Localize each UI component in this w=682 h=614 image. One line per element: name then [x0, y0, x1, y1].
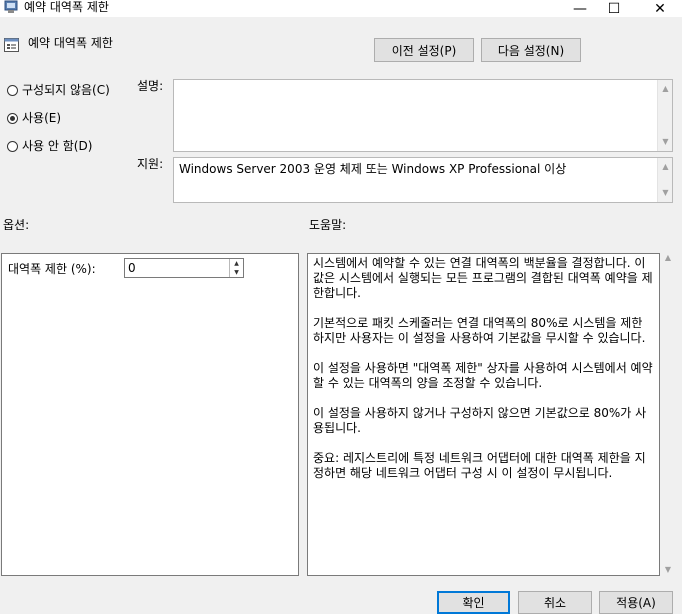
radio-circle[interactable] — [7, 84, 18, 96]
policy-setting-icon — [4, 38, 19, 52]
radio-disabled-label: 사용 안 함(D) — [22, 139, 93, 153]
help-text: 시스템에서 예약할 수 있는 연결 대역폭의 백분율을 결정합니다. 이 값은 … — [313, 256, 653, 480]
cancel-button[interactable]: 취소 — [518, 591, 592, 614]
title-bar: 예약 대역폭 제한 — ☐ ✕ — [0, 0, 682, 17]
radio-circle[interactable] — [7, 140, 18, 152]
comment-scrollbar[interactable]: ▲ ▼ — [657, 80, 672, 151]
help-scrollbar[interactable]: ▲ ▼ — [660, 253, 676, 576]
scroll-down-icon[interactable]: ▼ — [658, 186, 672, 200]
supported-field: Windows Server 2003 운영 체제 또는 Windows XP … — [173, 157, 673, 203]
scroll-down-icon[interactable]: ▼ — [658, 135, 672, 149]
policy-name: 예약 대역폭 제한 — [28, 36, 113, 50]
policy-window-icon — [4, 0, 18, 13]
radio-enabled-label: 사용(E) — [22, 111, 62, 125]
close-button[interactable]: ✕ — [640, 0, 680, 17]
spinner-buttons[interactable]: ▲ ▼ — [229, 259, 243, 277]
ok-button[interactable]: 확인 — [437, 591, 510, 614]
window-title: 예약 대역폭 제한 — [24, 0, 109, 14]
spin-up-icon[interactable]: ▲ — [230, 259, 243, 268]
radio-enabled[interactable]: 사용(E) — [7, 110, 61, 126]
help-panel: 시스템에서 예약할 수 있는 연결 대역폭의 백분율을 결정합니다. 이 값은 … — [307, 253, 660, 576]
help-heading: 도움말: — [309, 218, 347, 232]
supported-value: Windows Server 2003 운영 체제 또는 Windows XP … — [179, 162, 567, 176]
radio-disabled[interactable]: 사용 안 함(D) — [7, 138, 92, 154]
apply-button[interactable]: 적용(A) — [599, 591, 673, 614]
options-panel: 대역폭 제한 (%): 0 ▲ ▼ — [1, 253, 299, 576]
scroll-up-icon[interactable]: ▲ — [658, 82, 672, 96]
radio-not-configured-label: 구성되지 않음(C) — [22, 83, 110, 97]
bandwidth-limit-value[interactable]: 0 — [128, 260, 136, 276]
options-heading: 옵션: — [3, 218, 30, 232]
comment-label: 설명: — [137, 79, 164, 93]
scroll-up-icon[interactable]: ▲ — [658, 160, 672, 174]
bandwidth-limit-label: 대역폭 제한 (%): — [8, 262, 96, 276]
previous-setting-button[interactable]: 이전 설정(P) — [374, 38, 474, 62]
comment-field[interactable]: ▲ ▼ — [173, 79, 673, 152]
next-setting-button[interactable]: 다음 설정(N) — [481, 38, 581, 62]
spin-down-icon[interactable]: ▼ — [230, 268, 243, 277]
maximize-button[interactable]: ☐ — [594, 0, 634, 17]
radio-not-configured[interactable]: 구성되지 않음(C) — [7, 82, 110, 98]
supported-scrollbar[interactable]: ▲ ▼ — [657, 158, 672, 202]
supported-label: 지원: — [137, 157, 164, 171]
scroll-up-icon[interactable]: ▲ — [660, 253, 676, 262]
scroll-down-icon[interactable]: ▼ — [660, 565, 676, 574]
radio-circle[interactable] — [7, 112, 18, 124]
bandwidth-limit-spinner[interactable]: 0 ▲ ▼ — [124, 258, 244, 278]
